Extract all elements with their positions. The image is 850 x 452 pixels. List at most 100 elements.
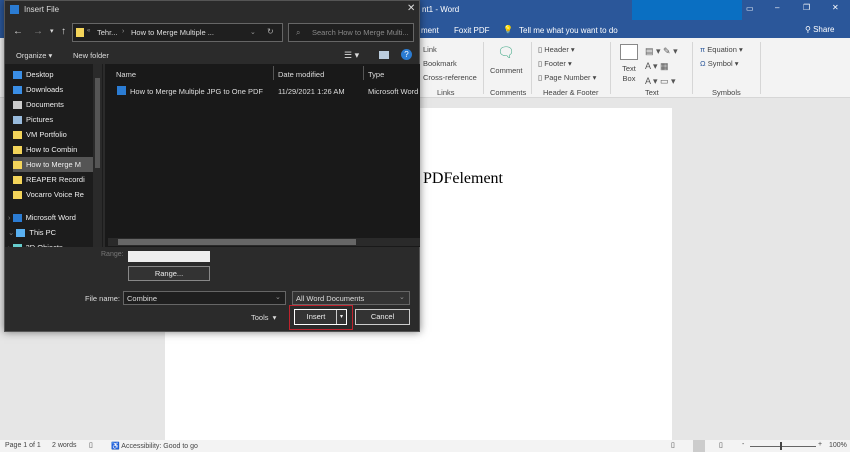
zoom-in-button[interactable]: + [818, 441, 822, 448]
zoom-slider[interactable] [750, 446, 816, 447]
nav-scrollbar[interactable] [93, 64, 102, 247]
dialog-close-button[interactable]: ✕ [407, 3, 415, 14]
nav-item-label: Microsoft Word [25, 213, 76, 222]
window-title: nt1 - Word [422, 5, 460, 14]
nav-item[interactable]: Vocarro Voice Re [13, 187, 101, 202]
header-button[interactable]: ▯ Header ▾ [538, 45, 575, 54]
column-date-modified[interactable]: Date modified [278, 70, 324, 79]
range-button[interactable]: Range... [128, 266, 210, 281]
symbol-button[interactable]: Ω Symbol ▾ [700, 59, 739, 68]
preview-pane-icon[interactable] [379, 51, 389, 59]
nav-item[interactable]: Downloads [13, 82, 101, 97]
person-icon: ⚲ [805, 25, 814, 34]
equation-button[interactable]: π Equation ▾ [700, 45, 743, 54]
chevron-down-icon: ⌄ [399, 294, 405, 301]
web-layout-icon[interactable]: ▯ [719, 441, 723, 449]
dialog-title: Insert File [24, 5, 60, 14]
file-list: Name Date modified Type How to Merge Mul… [105, 64, 420, 247]
text-box-button[interactable]: Text Box [618, 64, 640, 84]
page-count[interactable]: Page 1 of 1 [5, 442, 41, 449]
nav-item-label: Desktop [26, 70, 54, 79]
word-doc-icon [117, 86, 126, 95]
range-input[interactable] [128, 251, 210, 262]
read-mode-icon[interactable]: ▯ [671, 441, 675, 449]
group-text: Text [645, 88, 659, 97]
tab-references[interactable]: ment [421, 26, 439, 35]
insert-dropdown-button[interactable]: ▾ [336, 310, 346, 324]
back-button[interactable]: ← [13, 26, 23, 37]
zoom-slider-thumb[interactable] [780, 442, 782, 450]
zoom-out-button[interactable]: - [742, 441, 744, 448]
column-type[interactable]: Type [368, 70, 384, 79]
view-options-icon[interactable]: ☰ ▾ [344, 50, 359, 61]
insert-file-dialog: Insert File ✕ ← → ▾ ↑ « Tehr... › How to… [4, 0, 420, 332]
text-tools-icons[interactable]: ▤ ▾ ✎ ▾ A ▾ ▦ A ▾ ▭ ▾ [645, 44, 678, 89]
chevron-down-icon[interactable]: ⌄ [250, 28, 256, 36]
nav-item[interactable]: › 3D Objects [8, 240, 96, 247]
chevron-down-icon: ⌄ [275, 294, 281, 301]
nav-item-label: REAPER Recordi [26, 175, 85, 184]
download-icon [13, 86, 22, 95]
nav-item[interactable]: › Microsoft Word [8, 210, 96, 225]
print-layout-icon[interactable] [693, 440, 705, 452]
page-number-button[interactable]: ▯ Page Number ▾ [538, 73, 596, 82]
group-header-footer: Header & Footer [543, 88, 599, 97]
3d-icon [12, 244, 22, 247]
comment-button[interactable]: Comment [490, 66, 523, 75]
breadcrumb-item[interactable]: Tehr... [97, 28, 117, 37]
file-type-select[interactable]: All Word Documents ⌄ [292, 291, 410, 305]
nav-item[interactable]: How to Merge M [13, 157, 101, 172]
nav-item[interactable]: How to Combin [13, 142, 101, 157]
document-text[interactable]: PDFelement [423, 170, 503, 188]
recent-locations-button[interactable]: ▾ [50, 27, 54, 35]
bookmark-button[interactable]: Bookmark [423, 59, 457, 68]
omega-icon: Ω [700, 59, 708, 68]
search-input[interactable]: ⌕ Search How to Merge Multi... [288, 23, 414, 42]
insert-button[interactable]: Insert ▾ [294, 309, 347, 325]
new-folder-button[interactable]: New folder [73, 51, 109, 60]
close-button[interactable]: ✕ [832, 3, 839, 12]
folder-icon [76, 28, 84, 37]
word-count[interactable]: 2 words [52, 442, 77, 449]
nav-item-label: This PC [29, 228, 57, 237]
help-icon[interactable]: ? [401, 49, 412, 60]
proofing-icon[interactable]: ▯ [89, 441, 93, 449]
nav-item[interactable]: Pictures [13, 112, 101, 127]
nav-item[interactable]: REAPER Recordi [13, 172, 101, 187]
zoom-level[interactable]: 100% [829, 442, 847, 449]
pictures-icon [13, 116, 22, 125]
minimize-button[interactable]: – [775, 3, 779, 12]
filename-input[interactable]: Combine ⌄ [123, 291, 286, 305]
up-button[interactable]: ↑ [61, 26, 66, 37]
footer-button[interactable]: ▯ Footer ▾ [538, 59, 572, 68]
nav-item[interactable]: VM Portfolio [13, 127, 101, 142]
share-button[interactable]: ⚲ Share [805, 25, 834, 34]
horizontal-scrollbar[interactable] [108, 238, 420, 246]
file-row[interactable]: How to Merge Multiple JPG to One PDF 11/… [105, 84, 420, 98]
accessibility-status[interactable]: ♿ Accessibility: Good to go [111, 442, 198, 450]
column-name[interactable]: Name [116, 70, 136, 79]
tell-me-search[interactable]: Tell me what you want to do [519, 26, 618, 35]
ribbon-display-icon[interactable]: ▭ [746, 4, 754, 13]
tools-button[interactable]: Tools ▾ [251, 313, 276, 322]
link-button[interactable]: Link [423, 45, 437, 54]
folder-icon [13, 131, 22, 140]
address-bar[interactable]: « Tehr... › How to Merge Multiple ... ⌄ … [72, 23, 283, 42]
restore-button[interactable]: ❐ [803, 3, 810, 12]
nav-item[interactable]: Documents [13, 97, 101, 112]
filename-label: File name: [85, 294, 121, 303]
breadcrumb-item[interactable]: How to Merge Multiple ... [131, 28, 214, 37]
organize-button[interactable]: Organize ▾ [16, 51, 52, 60]
cancel-button[interactable]: Cancel [355, 309, 410, 325]
nav-item[interactable]: Desktop [13, 67, 101, 82]
forward-button[interactable]: → [33, 26, 43, 37]
nav-item[interactable]: ⌄ This PC [8, 225, 96, 240]
expand-icon[interactable]: ⌄ [8, 228, 16, 237]
cross-reference-button[interactable]: Cross-reference [423, 73, 477, 82]
word-app-icon [10, 5, 19, 14]
folder-icon [13, 161, 22, 170]
tab-foxit-pdf[interactable]: Foxit PDF [454, 26, 490, 35]
refresh-icon[interactable]: ↻ [267, 27, 274, 36]
lightbulb-icon: 💡 [503, 25, 513, 34]
group-comments: Comments [490, 88, 527, 97]
